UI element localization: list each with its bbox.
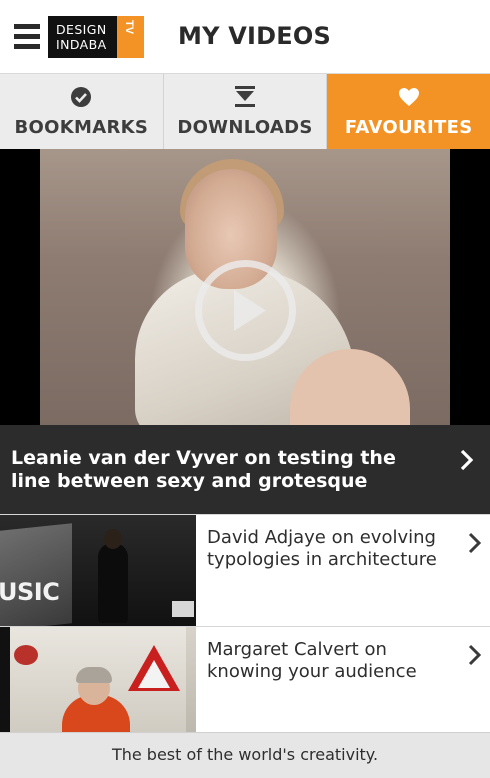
thumbnail-speaker bbox=[98, 543, 128, 623]
chevron-right-icon bbox=[460, 449, 474, 471]
tab-bookmarks-label: BOOKMARKS bbox=[14, 117, 149, 138]
hamburger-menu-icon[interactable] bbox=[14, 24, 40, 50]
featured-video-title: Leanie van der Vyver on testing the line… bbox=[11, 447, 396, 492]
video-thumbnail: USIC bbox=[0, 515, 196, 626]
list-item[interactable]: Margaret Calvert on knowing your audienc… bbox=[0, 626, 490, 738]
footer-banner: The best of the world's creativity. bbox=[0, 732, 490, 778]
video-thumbnail bbox=[0, 627, 196, 738]
logo-tv-label: TV bbox=[123, 20, 135, 35]
tab-favourites-label: FAVOURITES bbox=[344, 117, 473, 138]
video-title: Margaret Calvert on knowing your audienc… bbox=[207, 639, 417, 682]
chevron-right-icon bbox=[468, 532, 482, 554]
page-title: MY VIDEOS bbox=[178, 22, 331, 50]
play-icon[interactable] bbox=[195, 260, 296, 361]
tab-bookmarks[interactable]: BOOKMARKS bbox=[0, 74, 163, 149]
list-item[interactable]: USIC David Adjaye on evolving typologies… bbox=[0, 514, 490, 626]
app-header: DESIGN INDABA TV MY VIDEOS bbox=[0, 0, 490, 73]
heart-icon bbox=[398, 88, 419, 106]
play-triangle bbox=[234, 290, 266, 331]
tab-bar: BOOKMARKS DOWNLOADS FAVOURITES bbox=[0, 73, 490, 149]
checkmark-circle-icon bbox=[71, 87, 92, 107]
thumbnail-screen bbox=[0, 523, 72, 626]
footer-tagline: The best of the world's creativity. bbox=[111, 745, 379, 764]
design-indaba-tv-logo[interactable]: DESIGN INDABA TV bbox=[48, 16, 144, 58]
tab-downloads[interactable]: DOWNLOADS bbox=[162, 74, 327, 149]
thumbnail-woman-hair bbox=[76, 667, 112, 683]
thumbnail-speaker-head bbox=[104, 529, 122, 549]
thumbnail-warning-sign-inner bbox=[138, 660, 170, 688]
chevron-right-icon bbox=[468, 644, 482, 666]
thumbnail-left-edge bbox=[0, 627, 10, 738]
tab-favourites[interactable]: FAVOURITES bbox=[326, 74, 490, 149]
thumbnail-red-object bbox=[14, 645, 38, 665]
featured-video[interactable]: Leanie van der Vyver on testing the line… bbox=[0, 149, 490, 514]
logo-tv-badge: TV bbox=[117, 16, 144, 58]
logo-text: DESIGN INDABA bbox=[56, 22, 107, 52]
tab-downloads-label: DOWNLOADS bbox=[177, 117, 313, 138]
featured-caption[interactable]: Leanie van der Vyver on testing the line… bbox=[0, 425, 490, 514]
thumbnail-sign-text: USIC bbox=[0, 578, 60, 606]
video-title: David Adjaye on evolving typologies in a… bbox=[207, 527, 437, 570]
thumbnail-laptop bbox=[172, 601, 194, 617]
download-icon bbox=[235, 86, 255, 107]
